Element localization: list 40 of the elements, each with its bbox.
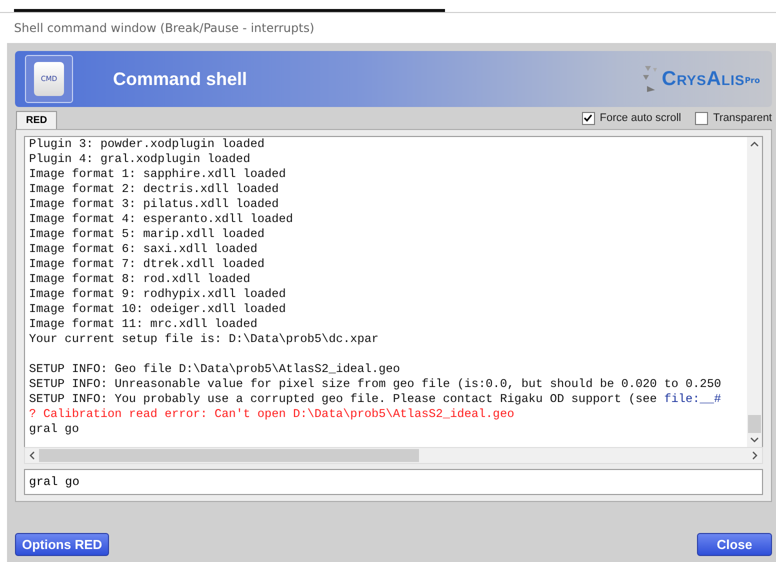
checkbox-label: Transparent	[713, 112, 772, 124]
logo-superscript: Pro	[744, 76, 760, 85]
console-line: Image format 2: dectris.xdll loaded	[29, 182, 279, 196]
command-input[interactable]: gral go	[24, 469, 763, 495]
checkbox-label: Force auto scroll	[600, 112, 682, 124]
file-link[interactable]: file:__#	[664, 392, 722, 406]
console-line: Plugin 3: powder.xodplugin loaded	[29, 137, 264, 151]
horizontal-scrollbar[interactable]	[24, 447, 763, 464]
scroll-up-icon[interactable]	[750, 141, 759, 147]
dialog-button[interactable]: Options RED	[15, 533, 110, 556]
console-line: Plugin 4: gral.xodplugin loaded	[29, 152, 250, 166]
scroll-down-icon[interactable]	[750, 437, 759, 443]
vertical-scrollbar[interactable]	[747, 137, 762, 447]
scroll-thumb[interactable]	[748, 415, 761, 433]
scroll-right-icon[interactable]	[752, 451, 758, 460]
console-line: Image format 4: esperanto.xdll loaded	[29, 212, 294, 226]
dialog-button[interactable]: Close	[697, 533, 772, 556]
tab[interactable]: RED	[16, 111, 58, 129]
scroll-thumb[interactable]	[39, 449, 419, 462]
checkbox[interactable]	[695, 112, 708, 124]
console-line: Image format 9: rodhypix.xdll loaded	[29, 287, 286, 301]
checkbox[interactable]	[582, 112, 595, 124]
console-line: Image format 6: saxi.xdll loaded	[29, 242, 258, 256]
console-line: Image format 3: pilatus.xdll loaded	[29, 197, 279, 211]
header-title: Command shell	[113, 68, 248, 90]
console-line: Image format 5: marip.xdll loaded	[29, 227, 264, 241]
console-line: Image format 11: mrc.xdll loaded	[29, 317, 258, 331]
window-title: Shell command window (Break/Pause - interrupts)	[14, 21, 314, 35]
console-line: Image format 8: rod.xdll loaded	[29, 272, 250, 286]
console-line: gral go	[29, 422, 79, 436]
console-line: SETUP INFO: You probably use a corrupted geo file. Please contact Rigaku OD support (see file:__#	[29, 392, 722, 406]
logo-text: CrysAlis	[662, 68, 745, 90]
console-line: Image format 10: odeiger.xdll loaded	[29, 302, 286, 316]
console-line: SETUP INFO: Geo file D:\Data\prob5\AtlasS2_ideal.geo	[29, 362, 400, 376]
console-line: ? Calibration read error: Can't open D:\Data\prob5\AtlasS2_ideal.geo	[29, 407, 514, 421]
console-line: Image format 1: sapphire.xdll loaded	[29, 167, 286, 181]
console-line: SETUP INFO: Unreasonable value for pixel size from geo file (is:0.0, but should be 0.020 to 0.250	[29, 377, 722, 391]
console-line: Image format 7: dtrek.xdll loaded	[29, 257, 264, 271]
scroll-left-icon[interactable]	[29, 451, 35, 460]
console-line: Your current setup file is: D:\Data\prob5\dc.xpar	[29, 332, 379, 346]
